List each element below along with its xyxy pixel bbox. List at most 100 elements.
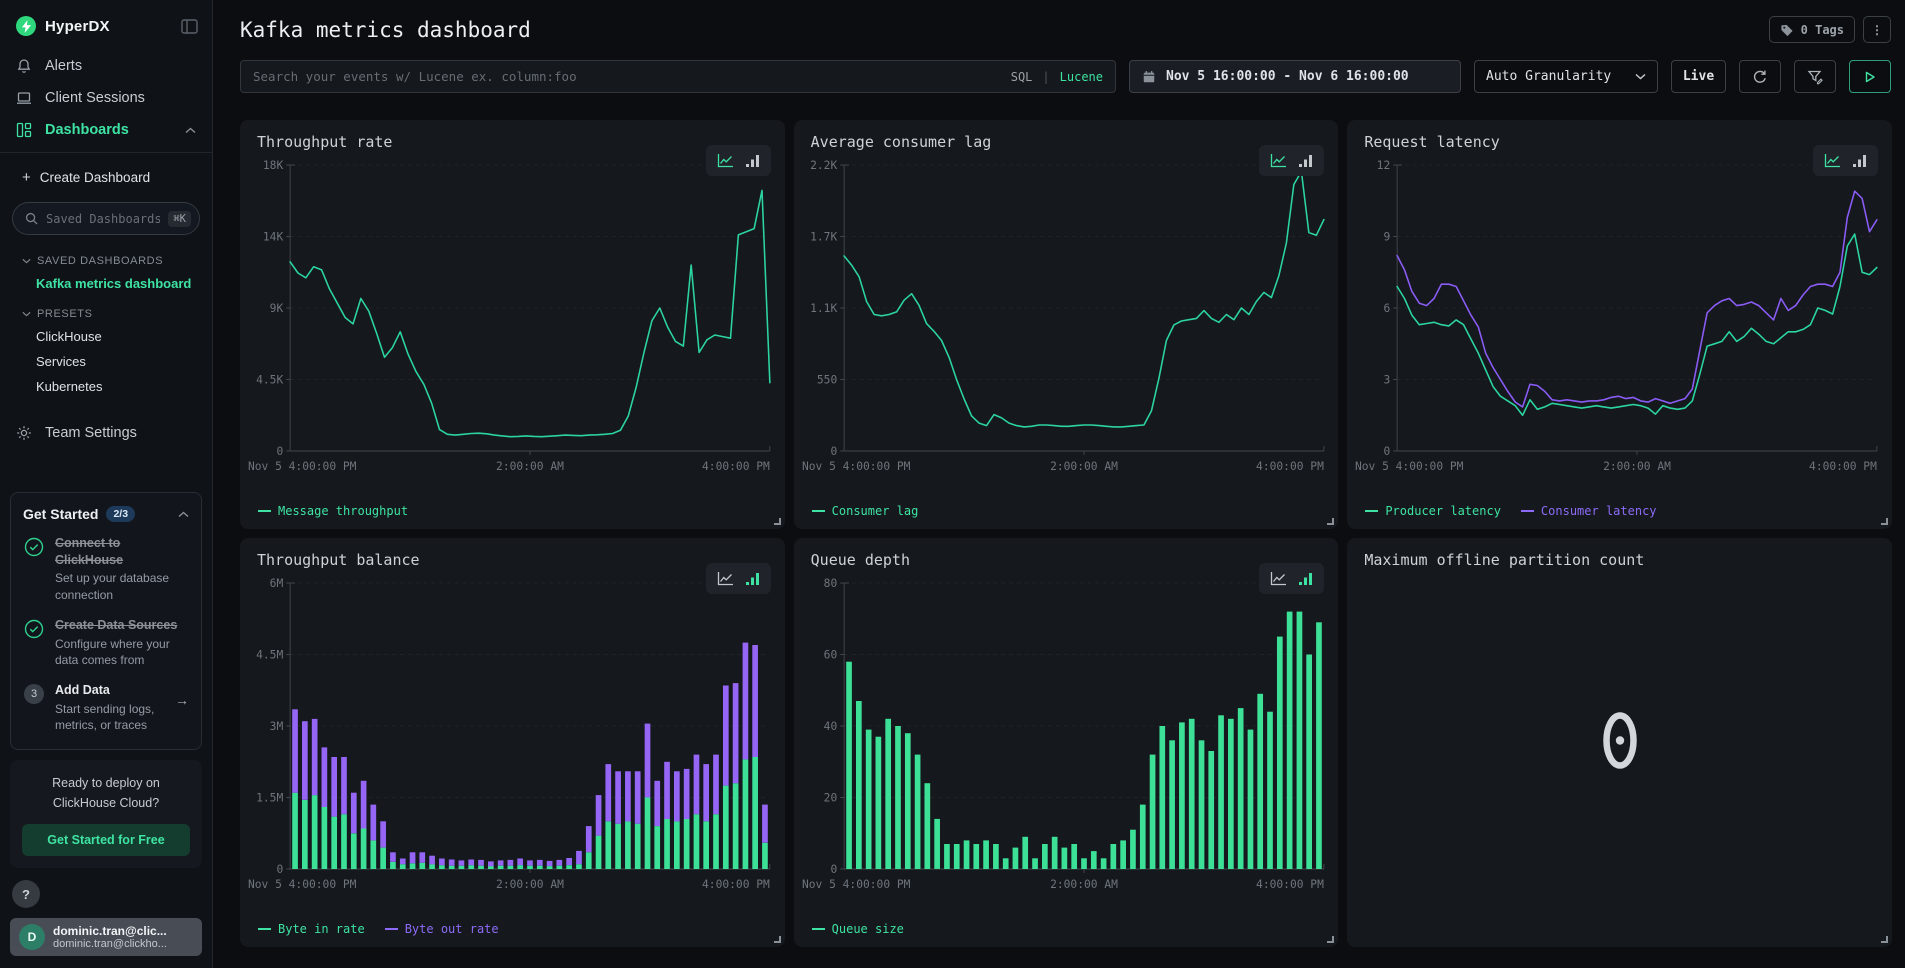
hyperdx-logo-icon (16, 16, 36, 36)
preset-services[interactable]: Services (0, 349, 212, 374)
svg-text:Nov 5 4:00:00 PM: Nov 5 4:00:00 PM (802, 877, 911, 891)
date-range-picker[interactable]: Nov 5 16:00:00 - Nov 6 16:00:00 (1129, 60, 1461, 93)
line-chart-toggle-icon[interactable] (717, 153, 734, 168)
step-title: Create Data Sources (55, 617, 189, 634)
run-query-button[interactable] (1849, 60, 1891, 93)
filter-edit-icon (1807, 69, 1824, 85)
svg-text:4:00:00 PM: 4:00:00 PM (702, 459, 770, 473)
line-chart-toggle-icon[interactable] (1270, 571, 1287, 586)
bar-chart-toggle-icon[interactable] (1298, 571, 1313, 586)
check-circle-icon (23, 535, 45, 603)
chart-canvas: 806040200Nov 5 4:00:00 PM2:00:00 AM4:00:… (799, 569, 1334, 899)
dashboard-grid: Throughput rate 18K14K9K4.5K0Nov 5 4:00:… (240, 120, 1892, 947)
help-button[interactable]: ? (12, 880, 40, 908)
svg-text:2:00:00 AM: 2:00:00 AM (496, 459, 564, 473)
step-title: Connect to ClickHouse (55, 535, 189, 569)
lucene-toggle[interactable]: Lucene (1060, 70, 1103, 84)
resize-handle[interactable] (1881, 518, 1888, 525)
legend-item[interactable]: Producer latency (1365, 504, 1501, 518)
legend-swatch (1521, 510, 1534, 512)
bar-chart-toggle-icon[interactable] (1298, 153, 1313, 168)
svg-text:4:00:00 PM: 4:00:00 PM (1256, 459, 1324, 473)
user-name: dominic.tran@clic... (53, 924, 167, 938)
panel-maximum-offline-partition-count: Maximum offline partition count (1347, 538, 1892, 947)
saved-dashboard-kafka[interactable]: Kafka metrics dashboard (0, 271, 212, 296)
svg-text:18K: 18K (263, 158, 283, 172)
granularity-select[interactable]: Auto Granularity (1474, 60, 1658, 93)
resize-handle[interactable] (1881, 936, 1888, 943)
sidebar-item-client-sessions[interactable]: Client Sessions (0, 82, 212, 114)
get-started-title: Get Started (23, 506, 98, 522)
chart-canvas: 6M4.5M3M1.5M0Nov 5 4:00:00 PM2:00:00 AM4… (245, 569, 780, 899)
sidebar-collapse-icon[interactable] (181, 19, 198, 34)
legend-item[interactable]: Byte out rate (385, 922, 499, 936)
chart-type-toggle (1259, 563, 1324, 594)
tags-button[interactable]: 0 Tags (1769, 16, 1855, 43)
legend-item[interactable]: Message throughput (258, 504, 408, 518)
svg-text:0: 0 (276, 444, 283, 458)
resize-handle[interactable] (1327, 518, 1334, 525)
bar-chart-toggle-icon[interactable] (745, 571, 760, 586)
preset-kubernetes[interactable]: Kubernetes (0, 374, 212, 399)
legend-item[interactable]: Queue size (812, 922, 904, 936)
svg-text:1.7K: 1.7K (810, 229, 837, 243)
get-started-free-button[interactable]: Get Started for Free (22, 824, 190, 856)
resize-handle[interactable] (774, 936, 781, 943)
gear-icon (16, 425, 33, 441)
get-started-step-datasources[interactable]: Create Data Sources Configure where your… (23, 617, 189, 668)
get-started-step-connect[interactable]: Connect to ClickHouse Set up your databa… (23, 535, 189, 603)
laptop-icon (16, 90, 33, 106)
logo-row: HyperDX (0, 0, 212, 50)
shortcut-hint: ⌘K (168, 211, 191, 227)
legend-item[interactable]: Consumer latency (1521, 504, 1657, 518)
line-chart-toggle-icon[interactable] (1824, 153, 1841, 168)
bar-chart-toggle-icon[interactable] (745, 153, 760, 168)
resize-handle[interactable] (1327, 936, 1334, 943)
saved-dashboards-search[interactable]: ⌘K (12, 202, 200, 235)
svg-text:0: 0 (830, 444, 837, 458)
chevron-up-icon[interactable] (178, 505, 189, 523)
svg-text:60: 60 (823, 647, 837, 661)
create-dashboard-button[interactable]: + Create Dashboard (0, 153, 212, 194)
chart-type-toggle (1813, 145, 1878, 176)
svg-text:Nov 5 4:00:00 PM: Nov 5 4:00:00 PM (802, 459, 911, 473)
sidebar-item-dashboards[interactable]: Dashboards (0, 114, 212, 146)
user-menu[interactable]: D dominic.tran@clic... dominic.tran@clic… (10, 918, 202, 956)
presets-section-header[interactable]: PRESETS (0, 296, 212, 324)
sql-toggle[interactable]: SQL (1011, 70, 1033, 84)
dashboard-grid-icon (16, 122, 33, 138)
get-started-card: Get Started 2/3 Connect to ClickHouse Se… (10, 492, 202, 751)
line-chart-toggle-icon[interactable] (717, 571, 734, 586)
svg-text:4:00:00 PM: 4:00:00 PM (1809, 459, 1877, 473)
chart-type-toggle (706, 563, 771, 594)
chart-canvas: 129630Nov 5 4:00:00 PM2:00:00 AM4:00:00 … (1352, 151, 1887, 481)
search-icon (25, 212, 38, 225)
sidebar-item-team-settings[interactable]: Team Settings (0, 417, 212, 449)
calendar-icon (1142, 70, 1156, 84)
svg-text:0: 0 (830, 862, 837, 876)
resize-handle[interactable] (774, 518, 781, 525)
refresh-button[interactable] (1739, 60, 1781, 93)
legend-item[interactable]: Consumer lag (812, 504, 919, 518)
preset-clickhouse[interactable]: ClickHouse (0, 324, 212, 349)
live-button[interactable]: Live (1671, 60, 1726, 93)
legend-swatch (258, 510, 271, 512)
play-icon (1864, 71, 1876, 83)
bar-chart-toggle-icon[interactable] (1852, 153, 1867, 168)
line-chart-toggle-icon[interactable] (1270, 153, 1287, 168)
event-search[interactable]: SQL | Lucene (240, 60, 1116, 93)
filter-button[interactable] (1794, 60, 1836, 93)
legend-item[interactable]: Byte in rate (258, 922, 365, 936)
svg-text:3: 3 (1384, 372, 1391, 386)
more-options-button[interactable]: ⋮ (1863, 16, 1891, 43)
svg-text:40: 40 (823, 719, 837, 733)
svg-text:0: 0 (276, 862, 283, 876)
event-search-input[interactable] (253, 69, 1001, 84)
sidebar-item-alerts[interactable]: Alerts (0, 50, 212, 82)
svg-text:6: 6 (1384, 301, 1391, 315)
get-started-step-add-data[interactable]: 3 Add Data Start sending logs, metrics, … (23, 682, 189, 733)
saved-dashboards-section-header[interactable]: SAVED DASHBOARDS (0, 243, 212, 271)
svg-text:2:00:00 AM: 2:00:00 AM (496, 877, 564, 891)
sidebar-item-label: Team Settings (45, 425, 137, 441)
saved-dashboards-search-input[interactable] (46, 212, 160, 226)
